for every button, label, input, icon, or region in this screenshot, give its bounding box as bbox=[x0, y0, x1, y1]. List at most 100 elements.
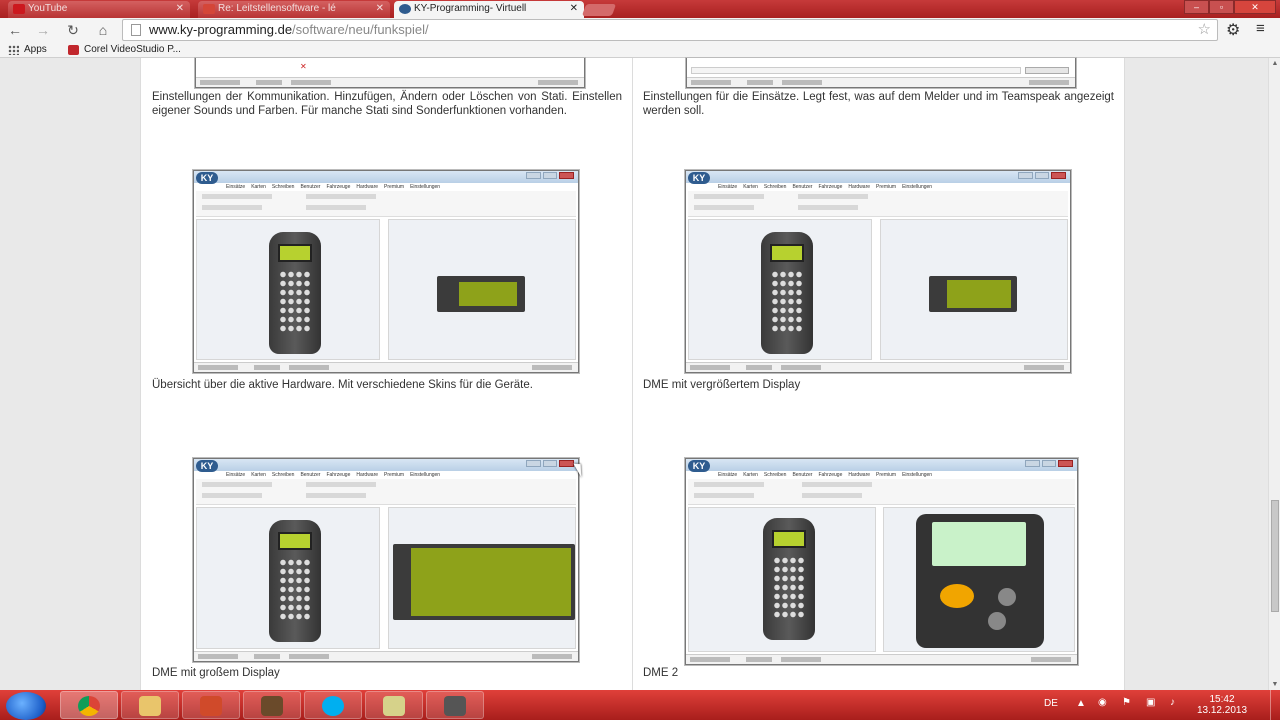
screenshot-menu: Einsätze Karten Schreiben Benutzer Fahrzeuge… bbox=[718, 472, 933, 478]
screenshot-window-buttons bbox=[526, 172, 575, 179]
scroll-up-icon[interactable]: ▲ bbox=[1269, 60, 1280, 67]
screenshot-titlebar: KY bbox=[194, 171, 578, 184]
screenshot-dme2[interactable]: KY Einsätze Karten Schreiben Benutzer Fahrze… bbox=[685, 458, 1078, 665]
tab-label: Re: Leitstellensoftware - lé bbox=[218, 3, 336, 14]
fms-pane bbox=[196, 219, 381, 360]
show-desktop-button[interactable] bbox=[1270, 690, 1280, 720]
close-icon[interactable]: ✕ bbox=[570, 1, 578, 17]
tray-network-icon[interactable]: ◉ bbox=[1098, 697, 1107, 708]
tray-app-icon[interactable]: ▣ bbox=[1146, 697, 1155, 708]
close-window-button[interactable]: ✕ bbox=[1234, 0, 1276, 14]
screenshot-status-bar bbox=[194, 362, 578, 372]
bookmarks-bar: Apps Corel VideoStudio P... bbox=[0, 42, 1280, 58]
address-bar[interactable]: www.ky-programming.de/software/neu/funks… bbox=[122, 19, 1218, 41]
volume-icon[interactable]: ♪ bbox=[1170, 697, 1175, 708]
maximize-button[interactable]: ▫ bbox=[1209, 0, 1234, 14]
photo-icon bbox=[261, 696, 283, 716]
bookmark-corel[interactable]: Corel VideoStudio P... bbox=[64, 43, 181, 57]
ky-app-icon bbox=[444, 696, 466, 716]
caption-missions: Einstellungen für die Einsätze. Legt fes… bbox=[643, 91, 1114, 117]
dme-pane bbox=[387, 507, 576, 649]
bookmark-apps[interactable]: Apps bbox=[4, 43, 47, 57]
folder-icon bbox=[139, 696, 161, 716]
minimize-button[interactable]: – bbox=[1184, 0, 1209, 14]
taskbar-skype[interactable] bbox=[304, 691, 362, 719]
scrollbar-thumb[interactable] bbox=[1271, 500, 1279, 612]
fms-handset-icon bbox=[269, 520, 321, 642]
close-icon[interactable]: ✕ bbox=[176, 1, 184, 17]
browser-toolbar: ← → ↻ ⌂ www.ky-programming.de/software/n… bbox=[0, 18, 1280, 42]
chrome-icon bbox=[78, 696, 100, 716]
caption-dme2: DME 2 bbox=[643, 667, 679, 679]
tray-flag-icon[interactable]: ⚑ bbox=[1122, 697, 1131, 708]
delete-x-icon: ✕ bbox=[300, 62, 307, 71]
dme-pager-icon bbox=[436, 276, 525, 312]
page-scrollbar[interactable]: ▲ ▼ bbox=[1268, 58, 1280, 690]
ky-logo: KY bbox=[688, 172, 710, 184]
ky-logo: KY bbox=[688, 460, 710, 472]
screenshot-mission-settings[interactable] bbox=[686, 58, 1076, 88]
tab-label: KY-Programming- Virtuell bbox=[414, 3, 527, 14]
gear-icon[interactable]: ⚙ bbox=[1226, 20, 1240, 40]
screenshot-dme-enlarged[interactable]: KY Einsätze Karten Schreiben Benutzer Fahrze… bbox=[685, 170, 1071, 373]
forward-button[interactable]: → bbox=[34, 22, 52, 38]
start-button[interactable] bbox=[6, 692, 46, 720]
caption-hardware: Übersicht über die aktive Hardware. Mit … bbox=[152, 379, 533, 391]
fms-pane bbox=[196, 507, 381, 649]
home-button[interactable]: ⌂ bbox=[94, 22, 112, 38]
taskbar-chrome[interactable] bbox=[60, 691, 118, 719]
dme-large-display-icon bbox=[392, 544, 575, 620]
gmail-icon bbox=[203, 4, 215, 14]
dme-pane bbox=[387, 219, 576, 360]
scroll-down-icon[interactable]: ▼ bbox=[1269, 681, 1280, 688]
screenshot-titlebar: KY bbox=[194, 459, 578, 472]
screenshot-status-bar bbox=[686, 654, 1077, 664]
bookmark-label: Corel VideoStudio P... bbox=[84, 44, 181, 55]
screenshot-status-bar bbox=[687, 77, 1075, 87]
taskbar-app[interactable] bbox=[182, 691, 240, 719]
fms-handset-icon bbox=[269, 232, 321, 354]
screenshot-hardware-overview[interactable]: KY Einsätze Karten Schreiben Benutzer Fahrze… bbox=[193, 170, 579, 373]
dme2-device-icon bbox=[916, 514, 1045, 648]
page-icon bbox=[131, 24, 141, 36]
back-button[interactable]: ← bbox=[6, 22, 24, 38]
notes-icon bbox=[383, 696, 405, 716]
sound-dropdown bbox=[691, 67, 1021, 74]
dme-pager-icon bbox=[928, 276, 1017, 312]
skype-icon bbox=[322, 696, 344, 716]
tab-gmail[interactable]: Re: Leitstellensoftware - lé ✕ bbox=[198, 1, 390, 18]
app-icon bbox=[200, 696, 222, 716]
screenshot-options bbox=[688, 479, 1075, 505]
screenshot-status-bar bbox=[196, 77, 584, 87]
tab-youtube[interactable]: YouTube ✕ bbox=[8, 1, 190, 18]
system-clock[interactable]: 15:42 13.12.2013 bbox=[1192, 694, 1252, 716]
screenshot-status-bar bbox=[686, 362, 1070, 372]
menu-icon[interactable]: ≡ bbox=[1256, 20, 1265, 37]
screenshot-dme-large[interactable]: KY Einsätze Karten Schreiben Benutzer Fahrze… bbox=[193, 458, 579, 662]
tray-arrow-icon[interactable]: ▲ bbox=[1076, 698, 1086, 709]
bookmark-star-icon[interactable]: ☆ bbox=[1198, 20, 1211, 40]
tab-ky-programming[interactable]: KY-Programming- Virtuell ✕ bbox=[394, 1, 584, 18]
reload-button[interactable]: ↻ bbox=[64, 22, 82, 38]
caption-dme-large: DME mit großem Display bbox=[152, 667, 280, 679]
ky-logo-icon bbox=[399, 4, 411, 14]
taskbar-notes[interactable] bbox=[365, 691, 423, 719]
screenshot-titlebar: KY bbox=[686, 171, 1070, 184]
close-icon[interactable]: ✕ bbox=[376, 1, 384, 17]
ky-logo: KY bbox=[196, 460, 218, 472]
caption-dme-enlarged: DME mit vergrößertem Display bbox=[643, 379, 801, 391]
taskbar-explorer[interactable] bbox=[121, 691, 179, 719]
fms-pane bbox=[688, 219, 873, 360]
new-tab-button[interactable] bbox=[581, 4, 617, 16]
taskbar-ky-app[interactable] bbox=[426, 691, 484, 719]
screenshot-window-buttons bbox=[1025, 460, 1074, 467]
corel-icon bbox=[68, 45, 79, 55]
language-indicator[interactable]: DE bbox=[1044, 698, 1058, 709]
taskbar-photo[interactable] bbox=[243, 691, 301, 719]
dme-pane bbox=[879, 219, 1068, 360]
screenshot-communication-settings[interactable]: ✕ bbox=[195, 58, 585, 88]
screenshot-status-bar bbox=[194, 651, 578, 661]
screenshot-menu: Einsätze Karten Schreiben Benutzer Fahrzeuge… bbox=[226, 184, 441, 190]
screenshot-options bbox=[688, 191, 1068, 217]
youtube-icon bbox=[13, 4, 25, 14]
